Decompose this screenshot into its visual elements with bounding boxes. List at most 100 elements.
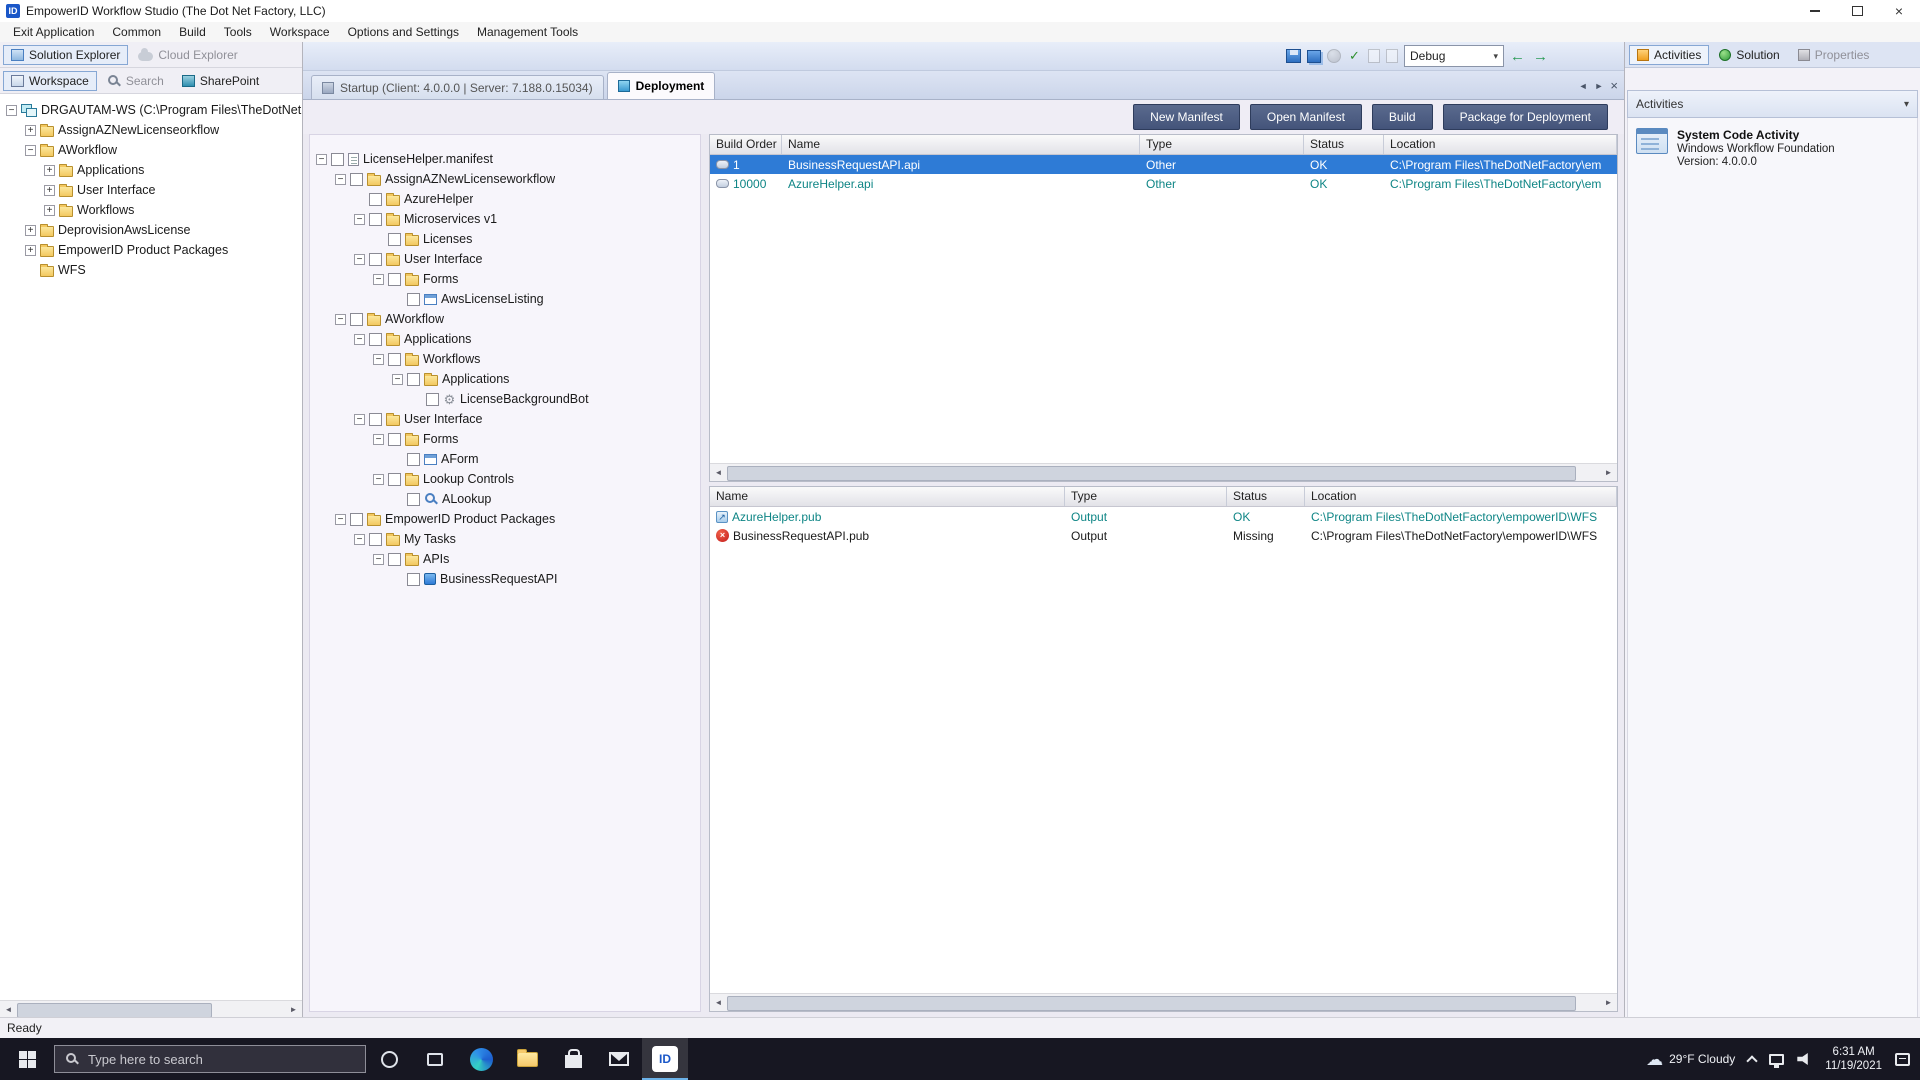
- column-header-type[interactable]: Type: [1065, 487, 1227, 506]
- maximize-button[interactable]: [1836, 0, 1878, 22]
- menu-item-build[interactable]: Build: [170, 23, 215, 41]
- collapse-icon[interactable]: −: [354, 534, 365, 545]
- tab-properties[interactable]: Properties: [1790, 45, 1878, 65]
- checkbox[interactable]: [407, 573, 420, 586]
- tree-item-deprovisionawslicense[interactable]: +DeprovisionAwsLicense: [0, 220, 302, 240]
- close-tab-icon[interactable]: [1610, 78, 1618, 93]
- checkbox[interactable]: [407, 373, 420, 386]
- chevron-up-icon[interactable]: [1747, 1055, 1758, 1066]
- tree-item-licensehelper-manifest[interactable]: −LicenseHelper.manifest: [310, 149, 700, 169]
- scroll-right-icon[interactable]: [285, 1002, 302, 1018]
- tree-item-lookup-controls[interactable]: −Lookup Controls: [310, 469, 700, 489]
- build-grid-hscrollbar[interactable]: [710, 463, 1617, 481]
- tree-item-assignaznewlicenseorkflow[interactable]: +AssignAZNewLicenseorkflow: [0, 120, 302, 140]
- checkbox[interactable]: [369, 413, 382, 426]
- table-row[interactable]: 1BusinessRequestAPI.apiOtherOKC:\Program…: [710, 155, 1617, 174]
- table-row[interactable]: 10000AzureHelper.apiOtherOKC:\Program Fi…: [710, 174, 1617, 193]
- list-item[interactable]: System Code Activity Windows Workflow Fo…: [1636, 128, 1909, 168]
- tree-item-awslicenselisting[interactable]: AwsLicenseListing: [310, 289, 700, 309]
- tree-item-applications[interactable]: −Applications: [310, 369, 700, 389]
- checkbox[interactable]: [388, 233, 401, 246]
- tree-item-apis[interactable]: −APIs: [310, 549, 700, 569]
- back-arrow-icon[interactable]: [1510, 49, 1525, 64]
- save-icon[interactable]: [1286, 49, 1301, 63]
- tree-item-forms[interactable]: −Forms: [310, 429, 700, 449]
- expand-icon[interactable]: +: [25, 225, 36, 236]
- tree-item-assignaznewlicenseworkflow[interactable]: −AssignAZNewLicenseworkflow: [310, 169, 700, 189]
- taskbar-app-file-explorer-icon[interactable]: [504, 1038, 550, 1080]
- view-workspace[interactable]: Workspace: [3, 71, 97, 91]
- taskbar-app-empowerid-icon[interactable]: [642, 1038, 688, 1080]
- table-row[interactable]: BusinessRequestAPI.pubOutputMissingC:\Pr…: [710, 526, 1617, 545]
- tree-item-applications[interactable]: −Applications: [310, 329, 700, 349]
- column-header-name[interactable]: Name: [782, 135, 1140, 154]
- checkbox[interactable]: [407, 453, 420, 466]
- menu-item-exit-application[interactable]: Exit Application: [4, 23, 103, 41]
- checkbox[interactable]: [350, 513, 363, 526]
- tree-item-businessrequestapi[interactable]: BusinessRequestAPI: [310, 569, 700, 589]
- build-button[interactable]: Build: [1372, 104, 1433, 130]
- checkbox[interactable]: [388, 553, 401, 566]
- collapse-icon[interactable]: −: [354, 214, 365, 225]
- expand-icon[interactable]: +: [25, 125, 36, 136]
- checkbox[interactable]: [388, 433, 401, 446]
- output-grid-hscrollbar[interactable]: [710, 993, 1617, 1011]
- menu-item-common[interactable]: Common: [103, 23, 170, 41]
- save-all-icon[interactable]: [1307, 50, 1321, 63]
- column-header-status[interactable]: Status: [1304, 135, 1384, 154]
- open-manifest-button[interactable]: Open Manifest: [1250, 104, 1362, 130]
- tree-item-drgautam-ws-c-program-files-thedotnetfac[interactable]: −DRGAUTAM-WS (C:\Program Files\TheDotNet…: [0, 100, 302, 120]
- tab-cloud-explorer[interactable]: Cloud Explorer: [130, 45, 245, 65]
- checkbox[interactable]: [407, 493, 420, 506]
- column-header-type[interactable]: Type: [1140, 135, 1304, 154]
- column-header-location[interactable]: Location: [1305, 487, 1617, 506]
- checkbox[interactable]: [369, 333, 382, 346]
- taskbar-app-mail-icon[interactable]: [596, 1038, 642, 1080]
- new-manifest-button[interactable]: New Manifest: [1133, 104, 1240, 130]
- collapse-icon[interactable]: −: [25, 145, 36, 156]
- minimize-button[interactable]: [1794, 0, 1836, 22]
- expand-icon[interactable]: +: [44, 205, 55, 216]
- checkbox[interactable]: [369, 533, 382, 546]
- menu-item-workspace[interactable]: Workspace: [261, 23, 339, 41]
- network-icon[interactable]: [1769, 1054, 1784, 1065]
- scrollbar-thumb[interactable]: [17, 1003, 212, 1018]
- menu-item-options-and-settings[interactable]: Options and Settings: [339, 23, 468, 41]
- debug-config-dropdown[interactable]: Debug: [1404, 45, 1504, 67]
- tree-item-user-interface[interactable]: −User Interface: [310, 409, 700, 429]
- tree-item-wfs[interactable]: WFS: [0, 260, 302, 280]
- scrollbar-thumb[interactable]: [727, 996, 1576, 1011]
- tree-item-workflows[interactable]: +Workflows: [0, 200, 302, 220]
- scroll-left-icon[interactable]: [710, 995, 727, 1011]
- collapse-icon[interactable]: −: [373, 474, 384, 485]
- collapse-icon[interactable]: −: [354, 254, 365, 265]
- taskbar-clock[interactable]: 6:31 AM 11/19/2021: [1825, 1045, 1882, 1074]
- tree-item-alookup[interactable]: ALookup: [310, 489, 700, 509]
- solution-tree-hscrollbar[interactable]: [0, 1000, 302, 1018]
- taskbar-app-taskview-icon[interactable]: [412, 1038, 458, 1080]
- tab-solution-explorer[interactable]: Solution Explorer: [3, 45, 128, 65]
- collapse-icon[interactable]: −: [354, 414, 365, 425]
- collapse-icon[interactable]: −: [373, 434, 384, 445]
- checkbox[interactable]: [369, 253, 382, 266]
- collapse-icon[interactable]: −: [373, 554, 384, 565]
- tree-item-empowerid-product-packages[interactable]: −EmpowerID Product Packages: [310, 509, 700, 529]
- tree-item-aworkflow[interactable]: −AWorkflow: [0, 140, 302, 160]
- collapse-icon[interactable]: −: [392, 374, 403, 385]
- checkbox[interactable]: [388, 473, 401, 486]
- tree-item-applications[interactable]: +Applications: [0, 160, 302, 180]
- checkbox[interactable]: [369, 193, 382, 206]
- tab-activities[interactable]: Activities: [1629, 45, 1709, 65]
- taskbar-app-edge-icon[interactable]: [458, 1038, 504, 1080]
- tab-startup-client-4-0-0-0-server-7-188-0-15034[interactable]: Startup (Client: 4.0.0.0 | Server: 7.188…: [311, 75, 604, 99]
- checkbox[interactable]: [388, 353, 401, 366]
- forward-arrow-icon[interactable]: [1533, 49, 1548, 64]
- column-header-location[interactable]: Location: [1384, 135, 1617, 154]
- tree-item-microservices-v1[interactable]: −Microservices v1: [310, 209, 700, 229]
- tree-item-licenses[interactable]: Licenses: [310, 229, 700, 249]
- scroll-left-icon[interactable]: [710, 465, 727, 481]
- checkbox[interactable]: [331, 153, 344, 166]
- tree-item-aworkflow[interactable]: −AWorkflow: [310, 309, 700, 329]
- collapse-icon[interactable]: −: [373, 274, 384, 285]
- validate-icon[interactable]: [1347, 49, 1362, 63]
